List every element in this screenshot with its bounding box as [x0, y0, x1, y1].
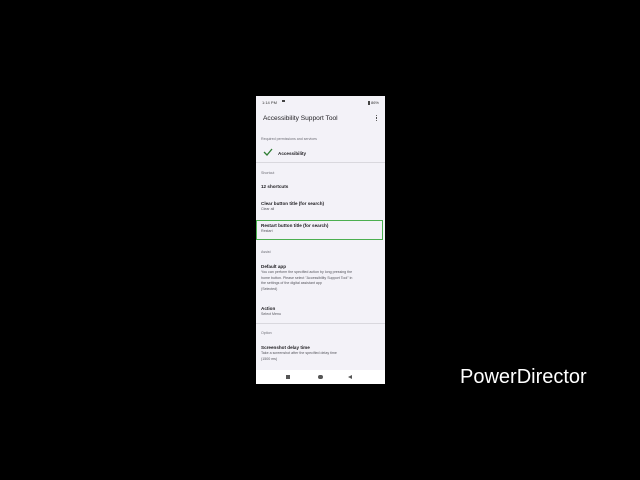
shortcuts-item[interactable]: 12 shortcuts [256, 182, 385, 194]
section-shortcut-header: Shortcut [261, 171, 275, 175]
battery-level: 86% [370, 100, 379, 105]
section-assist-header: Assist [261, 250, 271, 254]
restart-summary: Restart [261, 229, 273, 233]
action-summary: Select Menu [261, 312, 281, 316]
status-icons: 86% [367, 100, 379, 105]
screen-record-icon [282, 100, 285, 102]
divider [256, 162, 385, 163]
action-item[interactable]: Action Select Menu [256, 305, 385, 321]
back-icon[interactable] [348, 374, 352, 379]
clear-summary: Clear all [261, 207, 275, 211]
screenshot-summary-line: (1500 ms) [261, 356, 278, 361]
check-icon [263, 148, 273, 156]
section-required-header: Required permissions and services [261, 137, 317, 141]
clear-button-title-item[interactable]: Clear button title (for search) Clear al… [256, 199, 385, 217]
screenshot-delay-item[interactable]: Screenshot delay time Take a screenshot … [256, 344, 385, 366]
shortcuts-title: 12 shortcuts [261, 184, 289, 189]
default-app-item[interactable]: Default app You can perform the specifie… [256, 262, 385, 298]
watermark: PowerDirector [460, 366, 587, 388]
default-app-summary-line: (Selected) [261, 286, 278, 291]
restart-title: Restart button title (for search) [261, 223, 329, 228]
home-icon[interactable] [318, 374, 323, 379]
restart-button-title-item[interactable]: Restart button title (for search) Restar… [256, 222, 385, 240]
navigation-bar [256, 370, 385, 384]
phone-screen: 1:14 PM 86% Accessibility Support Tool R… [256, 96, 385, 384]
app-title: Accessibility Support Tool [263, 115, 338, 122]
recents-icon[interactable] [286, 374, 290, 379]
status-bar: 1:14 PM 86% [256, 96, 385, 108]
clear-title: Clear button title (for search) [261, 201, 325, 206]
more-options-icon[interactable] [375, 115, 378, 122]
default-app-title: Default app [261, 264, 287, 269]
screenshot-title: Screenshot delay time [261, 345, 310, 350]
section-option-header: Option [261, 331, 272, 335]
app-bar: Accessibility Support Tool [256, 108, 385, 130]
status-time: 1:14 PM [262, 100, 277, 105]
battery-icon [367, 101, 370, 105]
accessibility-item[interactable]: Accessibility [278, 151, 306, 156]
action-title: Action [261, 306, 276, 311]
divider [256, 323, 385, 324]
